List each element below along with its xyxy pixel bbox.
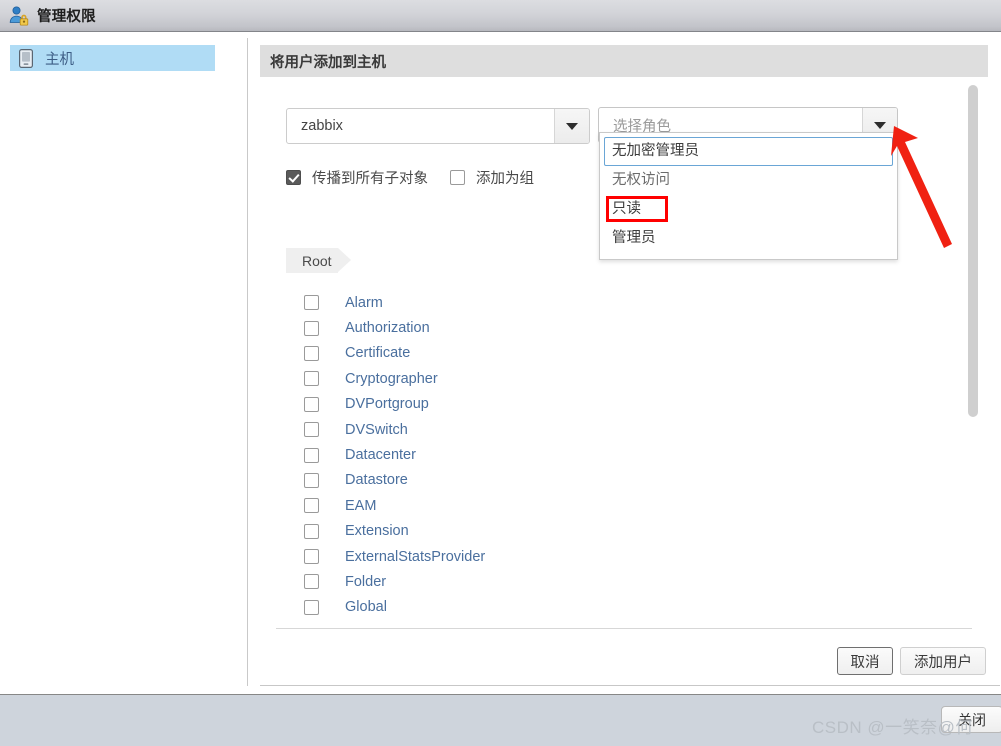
privilege-checkbox[interactable]	[304, 345, 319, 361]
list-item[interactable]: DVSwitch	[286, 417, 958, 442]
privilege-label[interactable]: Folder	[345, 574, 386, 590]
watermark: CSDN @一笑奈@何	[812, 718, 973, 737]
privilege-checkbox[interactable]	[304, 498, 319, 514]
sidebar: 主机	[0, 33, 248, 694]
host-icon	[19, 48, 34, 68]
privilege-label[interactable]: Authorization	[345, 320, 430, 336]
list-item[interactable]: Alarm	[286, 290, 958, 315]
breadcrumb-label: Root	[302, 252, 332, 269]
privilege-label[interactable]: Alarm	[345, 295, 383, 311]
privilege-label[interactable]: EAM	[345, 498, 376, 514]
privilege-checkbox[interactable]	[304, 371, 319, 387]
list-item[interactable]: Certificate	[286, 341, 958, 366]
chevron-down-icon	[566, 122, 578, 130]
main-panel: 将用户添加到主机 zabbix 选择角色 无加密管理员 无权访问 只读 管理员	[260, 45, 1000, 686]
panel-scrollbar[interactable]	[968, 85, 978, 417]
list-item[interactable]: Datacenter	[286, 442, 958, 467]
privilege-label[interactable]: Global	[345, 599, 387, 615]
cancel-button-label: 取消	[850, 654, 880, 671]
privilege-label[interactable]: Datastore	[345, 472, 408, 488]
role-option-1[interactable]: 无权访问	[604, 166, 893, 195]
role-option-0[interactable]: 无加密管理员	[604, 137, 893, 166]
panel-scrollbar-thumb[interactable]	[968, 85, 978, 417]
add-user-button[interactable]: 添加用户	[900, 647, 986, 675]
privilege-checkbox[interactable]	[304, 523, 319, 539]
sidebar-divider	[247, 38, 248, 686]
role-option-label: 管理员	[612, 230, 656, 246]
privilege-checkbox[interactable]	[304, 396, 319, 412]
role-option-label: 无权访问	[612, 172, 670, 188]
options-row: 传播到所有子对象 添加为组	[286, 167, 534, 188]
window-titlebar: 管理权限	[0, 0, 1001, 32]
sidebar-item-host[interactable]: 主机	[10, 45, 215, 71]
privilege-label[interactable]: Certificate	[345, 345, 410, 361]
role-option-2[interactable]: 只读	[604, 195, 893, 224]
privilege-label[interactable]: ExternalStatsProvider	[345, 549, 485, 565]
privilege-checkbox[interactable]	[304, 472, 319, 488]
role-option-label: 无加密管理员	[612, 143, 699, 159]
chevron-down-icon	[874, 121, 886, 129]
user-domain-select[interactable]: zabbix	[286, 108, 590, 144]
privilege-checkbox[interactable]	[304, 422, 319, 438]
privilege-label[interactable]: DVPortgroup	[345, 396, 429, 412]
list-item[interactable]: Cryptographer	[286, 366, 958, 391]
list-item[interactable]: EAM	[286, 493, 958, 518]
user-lock-icon	[8, 5, 30, 27]
add-as-group-checkbox[interactable]	[450, 170, 465, 185]
breadcrumb-arrow-icon	[337, 248, 351, 272]
propagate-label: 传播到所有子对象	[312, 171, 428, 187]
role-option-label: 只读	[612, 201, 641, 217]
list-bottom-divider	[276, 628, 972, 629]
user-domain-select-arrow[interactable]	[554, 109, 589, 143]
privilege-label[interactable]: Datacenter	[345, 447, 416, 463]
list-item[interactable]: Datastore	[286, 468, 958, 493]
add-as-group-label: 添加为组	[476, 171, 534, 187]
privilege-checkbox[interactable]	[304, 574, 319, 590]
list-item[interactable]: Folder	[286, 569, 958, 594]
privilege-checkbox[interactable]	[304, 295, 319, 311]
privilege-list: Alarm Authorization Certificate Cryptogr…	[286, 290, 958, 620]
privilege-checkbox[interactable]	[304, 320, 319, 336]
role-option-3[interactable]: 管理员	[604, 224, 893, 253]
sidebar-item-label: 主机	[45, 51, 74, 68]
privilege-checkbox[interactable]	[304, 599, 319, 615]
privilege-checkbox[interactable]	[304, 447, 319, 463]
privilege-label[interactable]: Extension	[345, 523, 409, 539]
user-domain-select-value: zabbix	[301, 118, 343, 134]
privilege-label[interactable]: Cryptographer	[345, 371, 438, 387]
page-title: 将用户添加到主机	[270, 54, 386, 71]
add-user-button-label: 添加用户	[914, 654, 972, 671]
list-item[interactable]: Extension	[286, 519, 958, 544]
privilege-checkbox[interactable]	[304, 549, 319, 565]
propagate-checkbox[interactable]	[286, 170, 301, 185]
list-item[interactable]: Authorization	[286, 315, 958, 340]
cancel-button[interactable]: 取消	[837, 647, 893, 675]
list-item[interactable]: ExternalStatsProvider	[286, 544, 958, 569]
breadcrumb[interactable]: Root	[286, 248, 351, 273]
privilege-label[interactable]: DVSwitch	[345, 422, 408, 438]
list-item[interactable]: Global	[286, 595, 958, 620]
list-item[interactable]: DVPortgroup	[286, 392, 958, 417]
window-title: 管理权限	[37, 9, 96, 25]
footer-divider	[260, 685, 1000, 686]
panel-header: 将用户添加到主机	[260, 45, 988, 77]
role-select-dropdown[interactable]: 无加密管理员 无权访问 只读 管理员	[599, 132, 898, 260]
